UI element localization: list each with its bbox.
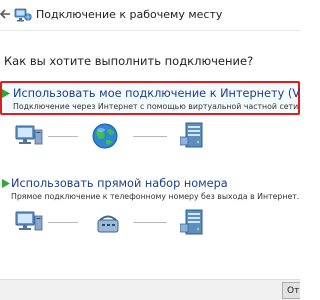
dialup-option-description: Прямое подключение к телефонному номеру … — [11, 192, 300, 201]
vpn-diagram — [0, 119, 300, 159]
vpn-option-highlight[interactable]: Использовать мое подключение к Интернету… — [0, 81, 300, 115]
green-arrow-icon — [2, 179, 10, 188]
dialup-option[interactable]: Использовать прямой набор номера Прямое … — [0, 174, 300, 254]
green-arrow-icon — [2, 89, 10, 98]
server-icon — [180, 209, 203, 235]
network-connection-icon — [14, 8, 32, 22]
window-title: Подключение к рабочему месту — [36, 8, 223, 21]
connect-to-workplace-window: Подключение к рабочему месту Как вы хоти… — [0, 0, 300, 300]
dialup-option-title: Использовать прямой набор номера — [11, 177, 228, 190]
vpn-option-title: Использовать мое подключение к Интернету… — [13, 87, 300, 100]
server-icon — [180, 122, 203, 148]
globe-icon — [92, 123, 118, 149]
dialog-footer: Отм — [0, 279, 300, 300]
connection-line — [133, 222, 167, 223]
connection-question: Как вы хотите выполнить подключение? — [4, 54, 254, 68]
title-bar: Подключение к рабочему месту — [0, 0, 300, 31]
back-arrow-icon[interactable] — [0, 6, 12, 22]
connection-line — [133, 136, 167, 137]
computer-icon — [15, 211, 43, 231]
connection-line — [48, 222, 78, 223]
connection-line — [48, 136, 78, 137]
dialup-diagram — [0, 202, 300, 242]
cancel-button[interactable]: Отм — [282, 282, 300, 299]
phone-modem-icon — [97, 215, 119, 233]
vpn-option-description: Подключение через Интернет с помощью вир… — [13, 102, 300, 111]
vpn-option[interactable]: Использовать мое подключение к Интернету… — [0, 81, 300, 161]
computer-icon — [15, 125, 43, 145]
